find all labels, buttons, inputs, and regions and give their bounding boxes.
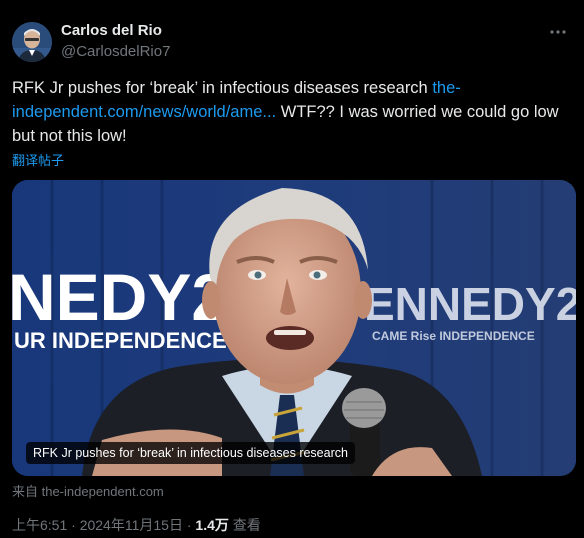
avatar-image	[12, 22, 52, 62]
card-image: NEDY24 UR INDEPENDENCE ENNEDY24 CAME Ris…	[12, 180, 576, 476]
views-label: 查看	[232, 517, 261, 533]
tweet-text: RFK Jr pushes for ‘break’ in infectious …	[12, 76, 572, 148]
card-source[interactable]: 来自 the-independent.com	[12, 481, 164, 500]
more-icon[interactable]	[548, 22, 568, 42]
banner-left-subtext: UR INDEPENDENCE	[14, 328, 227, 353]
post-meta: 上午6:51 · 2024年11月15日 · 1.4万 查看	[12, 517, 261, 533]
post-time[interactable]: 上午6:51	[12, 517, 67, 533]
link-card[interactable]: NEDY24 UR INDEPENDENCE ENNEDY24 CAME Ris…	[12, 180, 576, 476]
card-caption: RFK Jr pushes for ‘break’ in infectious …	[26, 442, 355, 464]
banner-right-text: ENNEDY24	[364, 278, 576, 330]
author-name[interactable]: Carlos del Rio	[61, 22, 162, 39]
post-date[interactable]: 2024年11月15日	[80, 517, 183, 533]
views-count: 1.4万	[195, 517, 229, 533]
avatar[interactable]	[12, 22, 52, 62]
translate-post-link[interactable]: 翻译帖子	[12, 150, 64, 169]
author-handle[interactable]: @CarlosdelRio7	[61, 43, 170, 60]
tweet-text-before: RFK Jr pushes for ‘break’ in infectious …	[12, 79, 433, 97]
banner-right-subtext: CAME Rise INDEPENDENCE	[372, 329, 535, 343]
